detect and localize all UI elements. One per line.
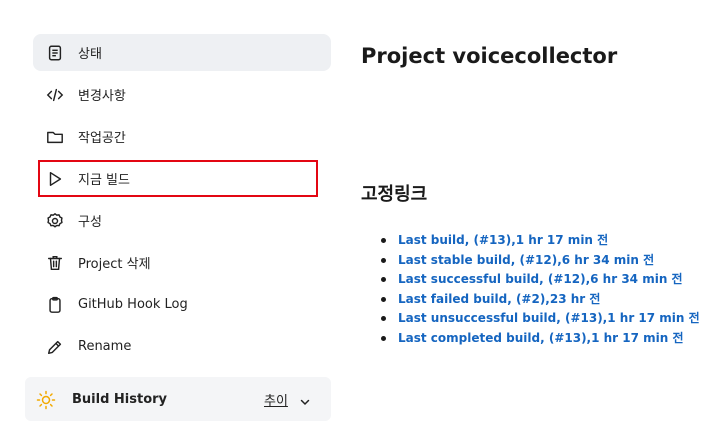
sidebar: 상태 변경사항 작업공간 지금 빌드 구성 Project 삭제 GitHub … [33, 34, 331, 370]
list-item: Last build, (#13),1 hr 17 min 전 [381, 232, 700, 252]
sun-icon [36, 390, 56, 410]
folder-icon [45, 127, 65, 147]
sidebar-item-changes[interactable]: 변경사항 [33, 76, 331, 113]
permalink-last-failed-build[interactable]: Last failed build, (#2),23 hr 전 [398, 292, 600, 306]
sidebar-item-label: 작업공간 [78, 131, 126, 146]
sidebar-item-label: 상태 [78, 47, 102, 62]
trash-icon [45, 253, 65, 273]
list-item: Last failed build, (#2),23 hr 전 [381, 291, 700, 311]
sidebar-item-label: 지금 빌드 [78, 173, 130, 188]
page-title: Project voicecollector [361, 44, 618, 68]
sidebar-item-delete-project[interactable]: Project 삭제 [33, 244, 331, 281]
permalinks-heading: 고정링크 [361, 184, 428, 205]
permalink-last-unsuccessful-build[interactable]: Last unsuccessful build, (#13),1 hr 17 m… [398, 311, 700, 325]
sidebar-item-label: GitHub Hook Log [78, 297, 188, 312]
document-icon [45, 43, 65, 63]
clipboard-icon [45, 295, 65, 315]
sidebar-item-label: 변경사항 [78, 89, 126, 104]
sidebar-item-status[interactable]: 상태 [33, 34, 331, 71]
gear-icon [45, 211, 65, 231]
list-item: Last successful build, (#12),6 hr 34 min… [381, 271, 700, 291]
build-history-header: Build History 추이 [25, 377, 331, 421]
sidebar-item-rename[interactable]: Rename [33, 328, 331, 365]
permalink-last-completed-build[interactable]: Last completed build, (#13),1 hr 17 min … [398, 331, 684, 345]
pencil-icon [45, 337, 65, 357]
sidebar-item-build-now[interactable]: 지금 빌드 [38, 160, 318, 197]
sidebar-item-label: Rename [78, 339, 132, 354]
sidebar-item-label: 구성 [78, 215, 102, 230]
permalink-last-build[interactable]: Last build, (#13),1 hr 17 min 전 [398, 233, 608, 247]
chevron-down-icon[interactable] [299, 393, 311, 406]
sidebar-item-label: Project 삭제 [78, 257, 151, 272]
sidebar-item-github-hook-log[interactable]: GitHub Hook Log [33, 286, 331, 323]
list-item: Last completed build, (#13),1 hr 17 min … [381, 330, 700, 350]
code-icon [45, 85, 65, 105]
list-item: Last unsuccessful build, (#13),1 hr 17 m… [381, 310, 700, 330]
build-history-title: Build History [72, 391, 168, 407]
permalinks-list: Last build, (#13),1 hr 17 min 전 Last sta… [361, 232, 700, 349]
build-history-trend-link[interactable]: 추이 [264, 390, 288, 409]
permalink-last-stable-build[interactable]: Last stable build, (#12),6 hr 34 min 전 [398, 253, 654, 267]
sidebar-item-workspace[interactable]: 작업공간 [33, 118, 331, 155]
sidebar-item-configure[interactable]: 구성 [33, 202, 331, 239]
list-item: Last stable build, (#12),6 hr 34 min 전 [381, 252, 700, 272]
permalink-last-successful-build[interactable]: Last successful build, (#12),6 hr 34 min… [398, 272, 683, 286]
play-icon [45, 169, 65, 189]
